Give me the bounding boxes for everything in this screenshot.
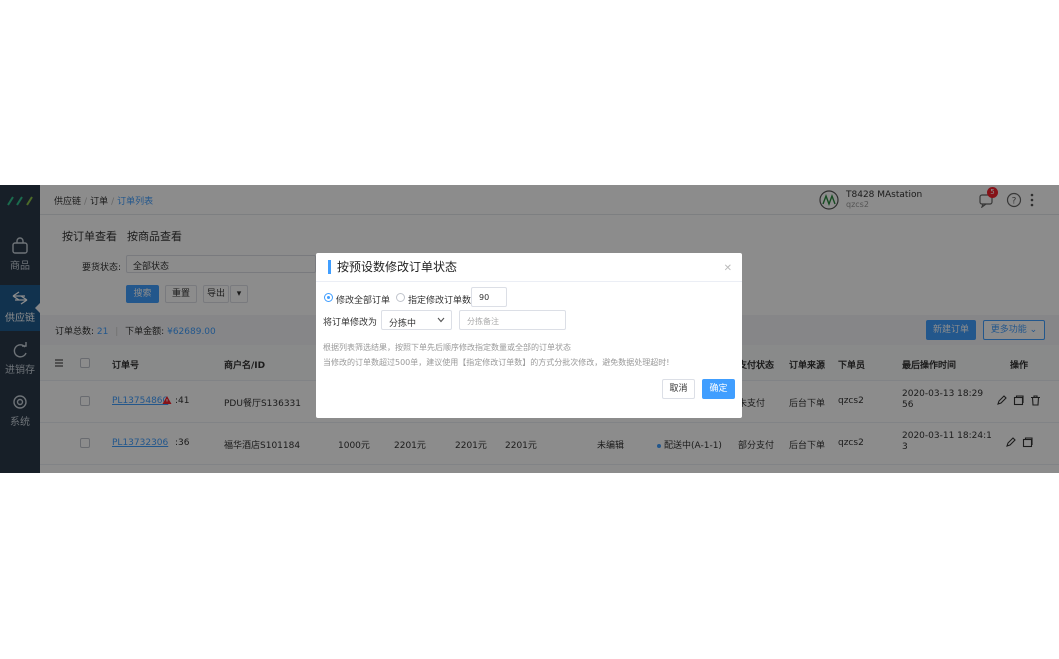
status-select-value: 分拣中: [389, 319, 417, 329]
chevron-down-icon: [437, 317, 445, 323]
radio-all-orders-label[interactable]: 修改全部订单: [336, 293, 390, 306]
status-select[interactable]: 分拣中: [381, 310, 452, 330]
dialog-note: 当修改的订单数超过500单，建议使用【指定修改订单数】的方式分批次修改，避免数据…: [323, 358, 670, 367]
radio-order-count[interactable]: [396, 293, 405, 302]
cancel-button[interactable]: 取消: [662, 379, 695, 399]
dialog-note: 根据列表筛选结果，按照下单先后顺序修改指定数量或全部的订单状态: [323, 343, 571, 352]
order-count-input[interactable]: 90: [471, 287, 507, 307]
radio-all-orders[interactable]: [324, 293, 333, 302]
modify-status-dialog: 按预设数修改订单状态 ✕ 修改全部订单 指定修改订单数 90 将订单修改为 分拣…: [316, 253, 742, 418]
change-to-label: 将订单修改为: [323, 318, 378, 328]
radio-order-count-label[interactable]: 指定修改订单数: [408, 293, 471, 306]
dialog-title: 按预设数修改订单状态: [328, 260, 457, 274]
close-icon[interactable]: ✕: [724, 263, 732, 274]
confirm-button[interactable]: 确定: [702, 379, 735, 399]
remark-input[interactable]: 分拣备注: [459, 310, 566, 330]
dialog-divider: [316, 281, 742, 282]
app-window: 商品 供应链 进销存 系统 供应链 / 订单 / 订单列表 T8428 MAstatio…: [0, 185, 1059, 473]
